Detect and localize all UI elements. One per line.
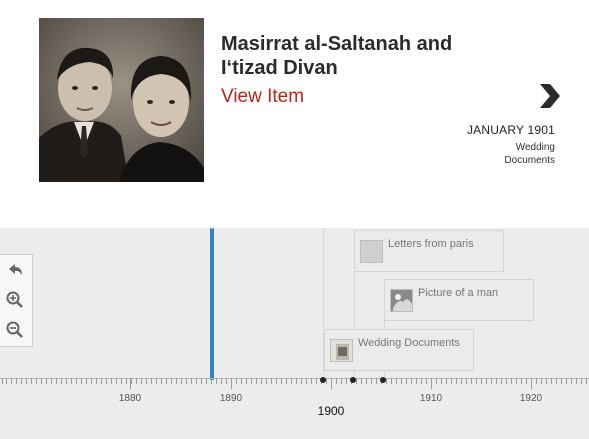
timeline-focus-marker[interactable] bbox=[210, 228, 214, 380]
major-tick bbox=[130, 378, 131, 389]
item-detail-card: Masirrat al-Saltanah and I‘tizad Divan V… bbox=[0, 0, 589, 228]
timeline-event[interactable]: Wedding Documents bbox=[324, 329, 474, 371]
event-thumbnail bbox=[360, 240, 383, 263]
event-label: Letters from paris bbox=[388, 238, 474, 250]
timeline-minor-ticks bbox=[0, 378, 589, 384]
event-dot[interactable] bbox=[380, 377, 386, 383]
back-arrow-icon[interactable] bbox=[5, 260, 25, 280]
item-title: Masirrat al-Saltanah and I‘tizad Divan bbox=[221, 32, 481, 80]
event-dot[interactable] bbox=[320, 377, 326, 383]
timeline-panel[interactable]: Letters from paris Picture of a man Wedd… bbox=[0, 228, 589, 439]
timeline-event[interactable]: Letters from paris bbox=[354, 230, 504, 272]
year-label: 1920 bbox=[519, 393, 543, 404]
year-label: 1880 bbox=[118, 393, 142, 404]
event-thumbnail bbox=[330, 339, 353, 362]
item-date: JANUARY 1901 bbox=[466, 123, 555, 137]
year-label: 1910 bbox=[419, 393, 443, 404]
chevron-right-icon[interactable] bbox=[538, 84, 562, 108]
major-tick bbox=[531, 378, 532, 389]
event-dot[interactable] bbox=[350, 377, 356, 383]
event-thumbnail bbox=[390, 289, 413, 312]
timeline-event[interactable]: Picture of a man bbox=[384, 279, 534, 321]
event-label: Picture of a man bbox=[418, 287, 499, 299]
view-item-link[interactable]: View Item bbox=[221, 86, 304, 108]
zoom-out-icon[interactable] bbox=[5, 320, 25, 340]
event-label: Wedding Documents bbox=[358, 337, 460, 349]
timeline-controls bbox=[0, 254, 33, 347]
item-title-line-1: Masirrat al-Saltanah and bbox=[221, 33, 453, 55]
major-tick bbox=[431, 378, 432, 389]
year-label: 1890 bbox=[219, 393, 243, 404]
item-tag-wedding: Wedding bbox=[515, 142, 555, 153]
item-title-line-2: I‘tizad Divan bbox=[221, 57, 338, 79]
major-tick bbox=[231, 378, 232, 389]
zoom-in-icon[interactable] bbox=[5, 290, 25, 310]
detail-pointer bbox=[204, 221, 220, 229]
couple-photo bbox=[39, 18, 204, 182]
current-year-label: 1900 bbox=[317, 404, 345, 418]
major-tick bbox=[331, 378, 332, 389]
item-tag-documents: Documents bbox=[504, 155, 555, 166]
